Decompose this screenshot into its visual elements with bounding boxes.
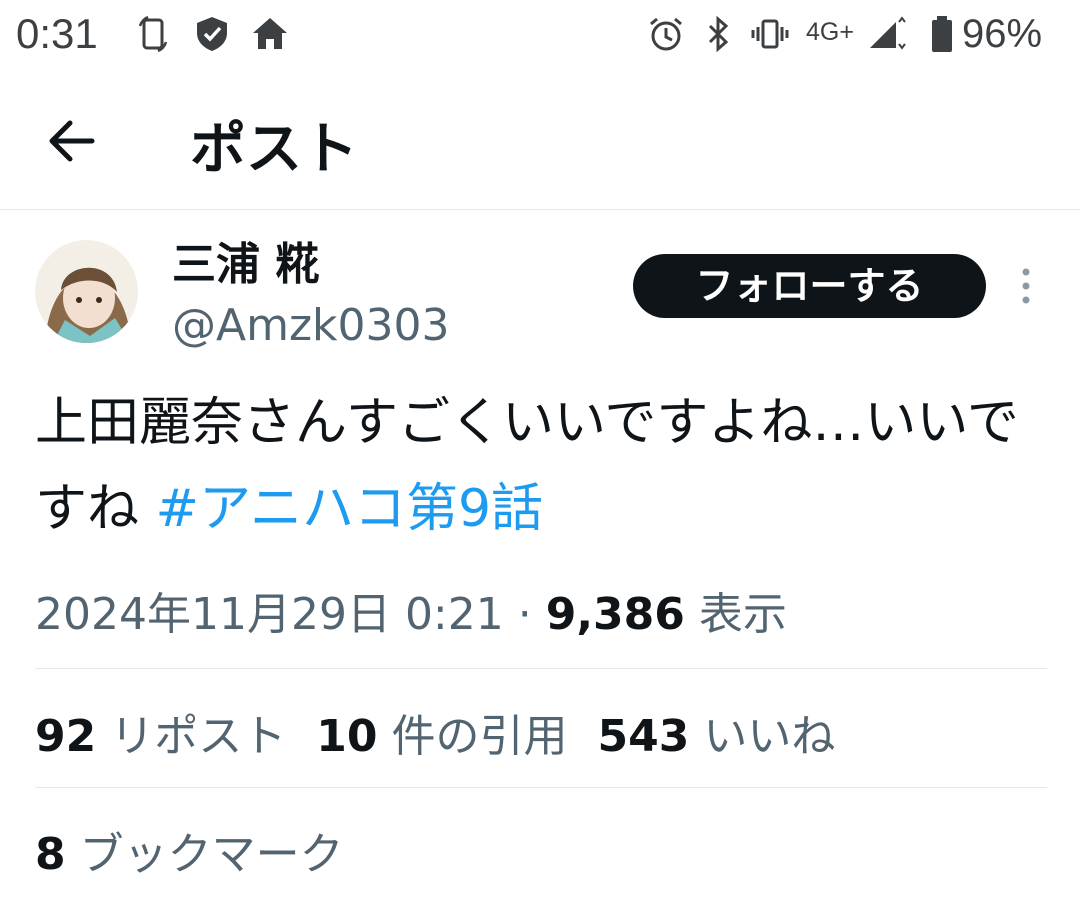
likes-stat[interactable]: 543 いいね	[597, 711, 835, 762]
back-arrow-icon[interactable]	[40, 112, 110, 170]
quotes-stat[interactable]: 10 件の引用	[316, 711, 567, 762]
bluetooth-icon	[708, 15, 729, 53]
post-timestamp[interactable]: 2024年11月29日 0:21	[35, 589, 504, 640]
home-icon	[253, 18, 287, 49]
quotes-count: 10	[316, 711, 378, 762]
views-label: 表示	[684, 589, 787, 640]
reposts-count: 92	[35, 711, 97, 762]
bookmarks-count: 8	[35, 829, 66, 880]
app-header: ポスト	[0, 80, 1080, 210]
meta-separator: ·	[503, 589, 546, 640]
vibrate-icon	[751, 19, 789, 49]
views-count: 9,386	[545, 589, 685, 640]
status-time: 0:31	[16, 10, 98, 57]
display-name[interactable]: 三浦 糀	[172, 228, 319, 292]
alarm-icon	[650, 17, 682, 51]
post-text: 上田麗奈さんすごくいいですよね…いいですね #アニハコ第9話	[35, 380, 1045, 552]
page-title: ポスト	[190, 117, 358, 182]
bookmarks-label: ブックマーク	[65, 829, 344, 880]
reposts-stat[interactable]: 92 リポスト	[35, 711, 286, 762]
divider	[35, 787, 1047, 788]
avatar[interactable]	[35, 240, 138, 343]
user-handle[interactable]: @Amzk0303	[172, 300, 450, 351]
post-detail-screen: 0:31 4G+ 96% ポスト 三浦 糀 @Amzk0303 フォローする 上…	[0, 0, 1080, 898]
network-type: 4G+	[806, 18, 854, 46]
bookmarks-stat[interactable]: 8 ブックマーク	[35, 818, 344, 882]
hashtag-link[interactable]: #アニハコ第9話	[156, 479, 544, 539]
divider	[35, 668, 1047, 669]
battery-icon	[932, 16, 952, 52]
likes-count: 543	[597, 711, 690, 762]
quotes-label: 件の引用	[377, 711, 568, 762]
reposts-label: リポスト	[96, 711, 287, 762]
post-meta: 2024年11月29日 0:21 · 9,386 表示	[35, 578, 787, 642]
likes-label: いいね	[689, 711, 836, 762]
shield-icon	[197, 17, 227, 51]
engagement-stats: 92 リポスト 10 件の引用 543 いいね	[35, 700, 835, 764]
screen-rotate-icon	[138, 15, 168, 53]
status-bar: 0:31 4G+ 96%	[0, 0, 1080, 72]
follow-button[interactable]: フォローする	[633, 254, 986, 318]
battery-level: 96%	[962, 12, 1043, 56]
more-vertical-icon[interactable]	[1012, 264, 1040, 308]
signal-icon	[870, 16, 906, 50]
